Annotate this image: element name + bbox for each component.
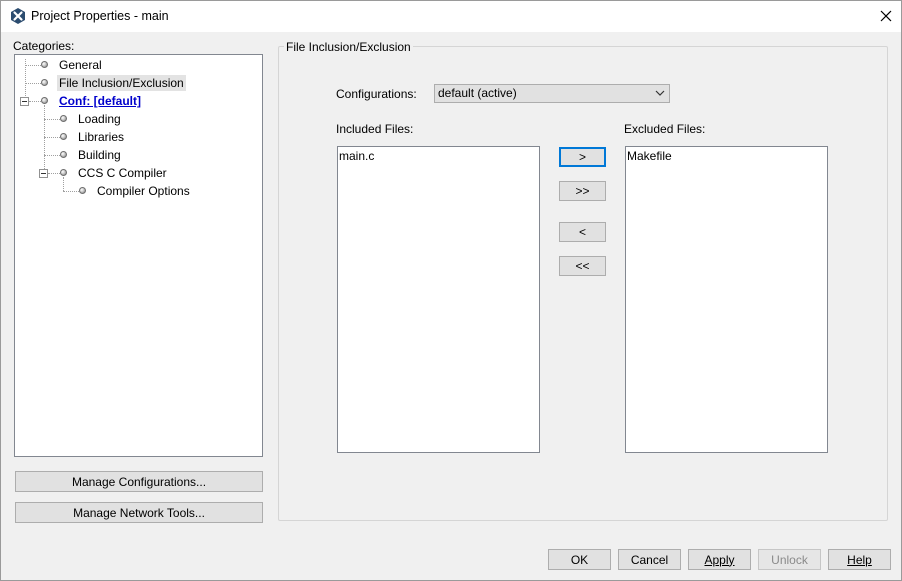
title-bar: Project Properties - main	[1, 1, 901, 32]
configurations-dropdown[interactable]: default (active)	[434, 84, 670, 103]
node-bullet-icon	[60, 115, 67, 122]
included-files-list[interactable]: main.c	[337, 146, 540, 453]
excluded-files-list[interactable]: Makefile	[625, 146, 828, 453]
excluded-files-label: Excluded Files:	[624, 122, 706, 136]
window-title: Project Properties - main	[31, 9, 169, 23]
node-bullet-icon	[60, 169, 67, 176]
unlock-button[interactable]: Unlock	[758, 549, 821, 570]
included-files-label: Included Files:	[336, 122, 414, 136]
tree-line	[44, 105, 45, 173]
help-button[interactable]: Help	[828, 549, 891, 570]
move-all-right-button[interactable]: >>	[559, 181, 606, 201]
close-button[interactable]	[871, 1, 901, 31]
node-bullet-icon	[79, 187, 86, 194]
collapse-conf-icon[interactable]	[20, 97, 29, 106]
tree-item-building[interactable]: Building	[78, 147, 121, 163]
node-bullet-icon	[60, 151, 67, 158]
node-bullet-icon	[60, 133, 67, 140]
apply-button[interactable]: Apply	[688, 549, 751, 570]
configurations-label: Configurations:	[336, 87, 417, 101]
chevron-down-icon	[655, 90, 665, 96]
move-left-button[interactable]: <	[559, 222, 606, 242]
move-right-button[interactable]: >	[559, 147, 606, 167]
tree-item-loading[interactable]: Loading	[78, 111, 121, 127]
tree-item-general[interactable]: General	[59, 57, 102, 73]
categories-label: Categories:	[13, 39, 75, 53]
cancel-button[interactable]: Cancel	[618, 549, 681, 570]
move-all-left-button[interactable]: <<	[559, 256, 606, 276]
manage-network-tools-button[interactable]: Manage Network Tools...	[15, 502, 263, 523]
tree-line	[63, 177, 64, 191]
close-icon	[880, 10, 892, 22]
list-item[interactable]: main.c	[339, 149, 374, 163]
list-item[interactable]: Makefile	[627, 149, 672, 163]
project-properties-dialog: Project Properties - main Categories: Ge…	[0, 0, 902, 581]
node-bullet-icon	[41, 79, 48, 86]
ok-button[interactable]: OK	[548, 549, 611, 570]
panel-title: File Inclusion/Exclusion	[284, 40, 413, 54]
tree-item-ccs-c-compiler[interactable]: CCS C Compiler	[78, 165, 167, 181]
tree-item-file-inclusion[interactable]: File Inclusion/Exclusion	[57, 75, 186, 91]
tree-item-conf-default[interactable]: Conf: [default]	[59, 93, 141, 109]
app-logo-icon	[11, 8, 25, 24]
configurations-value: default (active)	[438, 86, 517, 100]
tree-item-libraries[interactable]: Libraries	[78, 129, 124, 145]
categories-tree[interactable]: General File Inclusion/Exclusion Conf: […	[14, 54, 263, 457]
collapse-compiler-icon[interactable]	[39, 169, 48, 178]
tree-item-compiler-options[interactable]: Compiler Options	[97, 183, 190, 199]
node-bullet-icon	[41, 97, 48, 104]
manage-configurations-button[interactable]: Manage Configurations...	[15, 471, 263, 492]
node-bullet-icon	[41, 61, 48, 68]
